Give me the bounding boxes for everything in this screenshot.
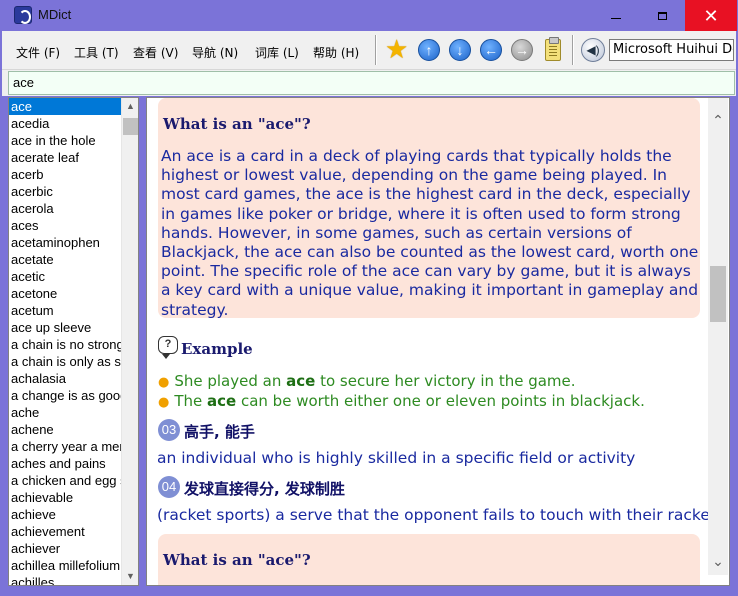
example-sentence: ● The ace can be worth either one or elev… <box>158 392 645 410</box>
clipboard-icon[interactable] <box>545 37 561 61</box>
close-icon: ✕ <box>703 5 719 26</box>
word-list-item[interactable]: achene <box>9 421 122 438</box>
word-list-item[interactable]: acerola <box>9 200 122 217</box>
word-list-scrollbar[interactable]: ▲ ▼ <box>121 98 138 585</box>
word-list-item[interactable]: achiever <box>9 540 122 557</box>
star-icon[interactable]: ★ <box>385 36 408 62</box>
qa-title: What is an "ace"? <box>163 115 311 133</box>
menu-file[interactable]: 文件 (F) <box>16 44 60 61</box>
qa-body: An ace is a card in a deck of playing ca… <box>161 147 699 319</box>
title-bar: MDict ✕ <box>0 0 738 31</box>
word-list-scroll-thumb[interactable] <box>123 118 138 135</box>
menu-help[interactable]: 帮助 (H) <box>313 44 359 61</box>
sense-definition: an individual who is highly skilled in a… <box>157 449 636 467</box>
word-list-item[interactable]: acetate <box>9 251 122 268</box>
word-list: ace acedia ace in the hole acerate leaf acer… <box>8 97 139 586</box>
word-list-items: ace acedia ace in the hole acerate leaf acer… <box>9 98 122 585</box>
example-label: Example <box>181 340 253 358</box>
qa-box: What is an "ace"? An ace is a card in a … <box>158 98 700 319</box>
definition-scrollbar[interactable]: ⌃ ⌄ <box>708 98 728 575</box>
qa-title: What is an "ace"? <box>163 551 311 569</box>
word-list-item[interactable]: aches and pains <box>9 455 122 472</box>
word-list-item[interactable]: acerate leaf <box>9 149 122 166</box>
word-list-item[interactable]: a chain is only as strong as its weakest… <box>9 353 122 370</box>
word-list-item[interactable]: aces <box>9 217 122 234</box>
close-button[interactable]: ✕ <box>685 0 737 31</box>
menu-library[interactable]: 词库 (L) <box>255 44 299 61</box>
mdict-app-icon <box>14 6 32 24</box>
example-heading: ? Example <box>158 336 253 359</box>
sense-chinese: 高手, 能手 <box>184 423 255 441</box>
word-list-item[interactable]: acetum <box>9 302 122 319</box>
word-list-item[interactable]: acetaminophen <box>9 234 122 251</box>
word-list-item[interactable]: a chicken and egg situation <box>9 472 122 489</box>
minimize-button[interactable] <box>593 0 639 31</box>
bullet-icon: ● <box>158 395 170 410</box>
minimize-icon <box>611 18 621 19</box>
word-list-item[interactable]: acerb <box>9 166 122 183</box>
arrow-right-icon[interactable]: → <box>511 39 533 61</box>
word-list-item[interactable]: achillea millefolium <box>9 557 122 574</box>
example-keyword: ace <box>286 372 316 390</box>
scroll-up-arrow-icon[interactable]: ▲ <box>122 98 138 115</box>
chevron-up-icon[interactable]: ⌃ <box>708 110 728 130</box>
word-list-item[interactable]: achievable <box>9 489 122 506</box>
qa-box: What is an "ace"? <box>158 534 700 585</box>
bullet-icon: ● <box>158 375 170 390</box>
question-bubble-icon: ? <box>158 336 178 359</box>
example-sentence: ● She played an ace to secure her victory… <box>158 372 576 390</box>
maximize-icon <box>657 11 667 20</box>
word-list-item[interactable]: acetic <box>9 268 122 285</box>
menu-tools[interactable]: 工具 (T) <box>74 44 119 61</box>
sense-number: 04 <box>158 476 180 498</box>
word-list-item[interactable]: acedia <box>9 115 122 132</box>
sense-number: 03 <box>158 419 180 441</box>
definition-pane: What is an "ace"? An ace is a card in a … <box>146 97 730 586</box>
word-list-item[interactable]: a change is as good as a rest <box>9 387 122 404</box>
menu-navigate[interactable]: 导航 (N) <box>192 44 238 61</box>
word-list-item[interactable]: achievement <box>9 523 122 540</box>
menu-toolbar: 文件 (F) 工具 (T) 查看 (V) 导航 (N) 词库 (L) 帮助 (H… <box>2 31 736 70</box>
voice-select[interactable]: Microsoft Huihui Desktop <box>609 39 734 61</box>
search-bar: ace <box>2 70 736 96</box>
window-title: MDict <box>38 7 72 22</box>
definition-scroll-thumb[interactable] <box>710 266 726 322</box>
mdict-window: MDict ✕ 文件 (F) 工具 (T) 查看 (V) 导航 (N) 词库 (… <box>0 0 738 596</box>
toolbar-separator <box>375 35 377 65</box>
word-list-item[interactable]: ace up sleeve <box>9 319 122 336</box>
speaker-icon[interactable]: ◀) <box>581 38 605 62</box>
word-list-item[interactable]: ache <box>9 404 122 421</box>
arrow-up-icon[interactable]: ↑ <box>418 39 440 61</box>
toolbar-separator <box>572 35 574 65</box>
sense-chinese: 发球直接得分, 发球制胜 <box>184 480 345 498</box>
maximize-button[interactable] <box>639 0 685 31</box>
scroll-down-arrow-icon[interactable]: ▼ <box>122 568 138 585</box>
example-keyword: ace <box>207 392 237 410</box>
word-list-item[interactable]: achalasia <box>9 370 122 387</box>
word-list-item[interactable]: ace <box>9 98 122 115</box>
menu-view[interactable]: 查看 (V) <box>133 44 178 61</box>
word-list-item[interactable]: acerbic <box>9 183 122 200</box>
word-list-item[interactable]: achieve <box>9 506 122 523</box>
chevron-down-icon[interactable]: ⌄ <box>708 551 728 571</box>
word-list-item[interactable]: acetone <box>9 285 122 302</box>
word-list-item[interactable]: achilles <box>9 574 122 585</box>
arrow-left-icon[interactable]: ← <box>480 39 502 61</box>
word-list-item[interactable]: ace in the hole <box>9 132 122 149</box>
sense-definition: (racket sports) a serve that the opponen… <box>157 506 716 524</box>
search-input[interactable]: ace <box>8 71 735 95</box>
arrow-down-icon[interactable]: ↓ <box>449 39 471 61</box>
word-list-item[interactable]: a chain is no stronger than its weakest … <box>9 336 122 353</box>
word-list-item[interactable]: a cherry year a merry year <box>9 438 122 455</box>
